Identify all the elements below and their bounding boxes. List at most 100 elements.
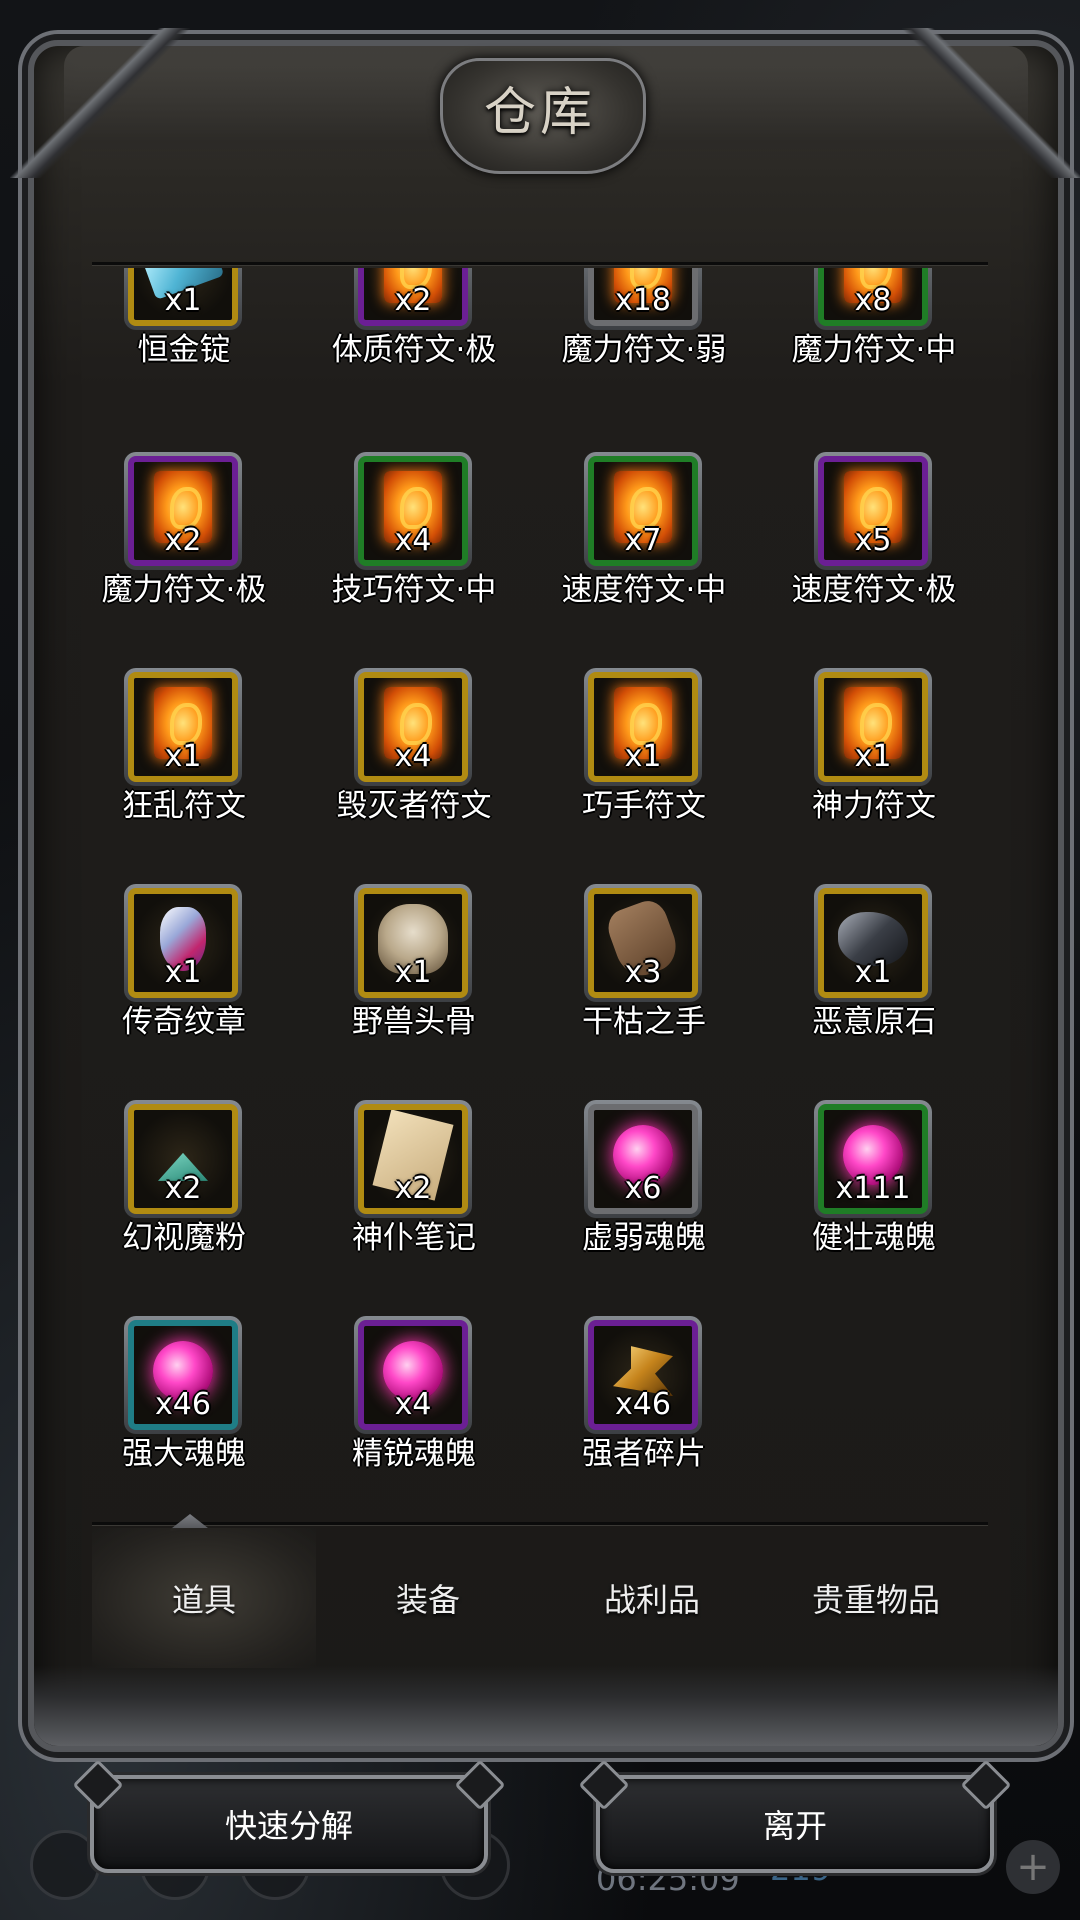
item-slot[interactable]: x1 狂乱符文 [92,668,314,848]
item-quantity: x4 [394,523,432,558]
item-slot[interactable]: x2 体质符文·极 [314,268,544,392]
item-frame-inner: x4 [358,456,468,566]
item-name: 速度符文·中 [561,572,727,608]
item-frame-inner: x2 [128,456,238,566]
item-frame: x4 [354,1316,472,1434]
item-frame-inner: x4 [358,1320,468,1430]
item-slot[interactable]: x2 幻视魔粉 [92,1100,314,1280]
item-quantity: x1 [854,739,892,774]
item-name: 强者碎片 [582,1436,706,1472]
item-quantity: x46 [155,1387,211,1422]
item-frame-inner: x3 [588,888,698,998]
item-frame: x18 [584,268,702,330]
item-quantity: x2 [394,1171,432,1206]
item-slot[interactable]: x1 巧手符文 [544,668,774,848]
item-frame-inner: x46 [128,1320,238,1430]
item-frame: x1 [354,884,472,1002]
item-frame-inner: x46 [588,1320,698,1430]
item-slot[interactable]: x18 魔力符文·弱 [544,268,774,392]
item-frame-inner: x1 [128,888,238,998]
item-name: 魔力符文·极 [101,572,267,608]
item-frame-inner: x5 [818,456,928,566]
item-slot[interactable]: x111 健壮魂魄 [774,1100,988,1280]
item-name: 强大魂魄 [122,1436,246,1472]
item-slot[interactable]: x1 恶意原石 [774,884,988,1064]
leave-button[interactable]: 离开 [596,1775,994,1873]
item-grid[interactable]: x1 恒金锭 x2 体质符文·极 x18 魔力符文·弱 x8 魔力符文·中 x2 魔力符文·极 x4… [92,268,988,1518]
item-frame-inner: x1 [358,888,468,998]
item-quantity: x2 [164,523,202,558]
item-name: 健壮魂魄 [812,1220,936,1256]
item-frame-inner: x1 [818,672,928,782]
tab-valuables[interactable]: 贵重物品 [764,1528,988,1668]
item-name: 魔力符文·中 [791,332,957,368]
item-frame: x5 [814,452,932,570]
panel-title: 仓库 [483,83,596,143]
item-quantity: x2 [164,1171,202,1206]
item-quantity: x1 [164,739,202,774]
item-frame: x46 [124,1316,242,1434]
item-slot[interactable]: x1 恒金锭 [92,268,314,392]
item-quantity: x18 [615,283,671,318]
item-name: 神力符文 [812,788,936,824]
item-slot[interactable]: x2 魔力符文·极 [92,452,314,632]
tab-items[interactable]: 道具 [92,1528,316,1668]
item-name: 狂乱符文 [122,788,246,824]
item-name: 魔力符文·弱 [561,332,727,368]
item-frame: x3 [584,884,702,1002]
item-slot[interactable]: x46 强大魂魄 [92,1316,314,1496]
item-frame-inner: x111 [818,1104,928,1214]
item-slot[interactable]: x1 传奇纹章 [92,884,314,1064]
item-frame: x111 [814,1100,932,1218]
item-slot[interactable]: x2 神仆笔记 [314,1100,544,1280]
item-slot[interactable]: x1 神力符文 [774,668,988,848]
item-frame-inner: x1 [128,268,238,326]
item-name: 传奇纹章 [122,1004,246,1040]
item-slot[interactable]: x6 虚弱魂魄 [544,1100,774,1280]
item-slot[interactable]: x8 魔力符文·中 [774,268,988,392]
item-quantity: x1 [394,955,432,990]
item-frame-inner: x2 [128,1104,238,1214]
item-frame: x6 [584,1100,702,1218]
item-frame-inner: x1 [588,672,698,782]
item-frame-inner: x2 [358,268,468,326]
item-quantity: x4 [394,1387,432,1422]
item-quantity: x3 [624,955,662,990]
item-slot[interactable]: x1 野兽头骨 [314,884,544,1064]
item-slot[interactable]: x46 强者碎片 [544,1316,774,1496]
item-frame: x1 [124,668,242,786]
plus-icon: + [1006,1840,1060,1894]
item-quantity: x8 [854,283,892,318]
item-frame: x7 [584,452,702,570]
item-slot[interactable]: x5 速度符文·极 [774,452,988,632]
item-quantity: x5 [854,523,892,558]
item-quantity: x1 [624,739,662,774]
tab-loot[interactable]: 战利品 [540,1528,764,1668]
item-frame-inner: x18 [588,268,698,326]
item-slot[interactable]: x3 干枯之手 [544,884,774,1064]
item-frame: x1 [814,668,932,786]
item-slot[interactable]: x4 技巧符文·中 [314,452,544,632]
item-frame: x2 [124,1100,242,1218]
item-frame: x2 [124,452,242,570]
item-quantity: x7 [624,523,662,558]
item-name: 毁灭者符文 [336,788,492,824]
item-frame: x4 [354,668,472,786]
item-slot[interactable]: x7 速度符文·中 [544,452,774,632]
item-frame-inner: x4 [358,672,468,782]
quick-decompose-button[interactable]: 快速分解 [90,1775,488,1873]
panel-bottom-ornament [34,1666,1058,1746]
item-slot[interactable]: x4 毁灭者符文 [314,668,544,848]
item-frame: x1 [814,884,932,1002]
item-frame: x2 [354,1100,472,1218]
category-tabs: 道具 装备 战利品 贵重物品 [92,1528,988,1668]
item-name: 技巧符文·中 [331,572,497,608]
divider-bottom [92,1522,988,1525]
item-name: 精锐魂魄 [352,1436,476,1472]
tab-equipment[interactable]: 装备 [316,1528,540,1668]
divider-top [92,262,988,265]
item-quantity: x1 [854,955,892,990]
item-frame-inner: x8 [818,268,928,326]
item-slot[interactable]: x4 精锐魂魄 [314,1316,544,1496]
item-frame-inner: x6 [588,1104,698,1214]
